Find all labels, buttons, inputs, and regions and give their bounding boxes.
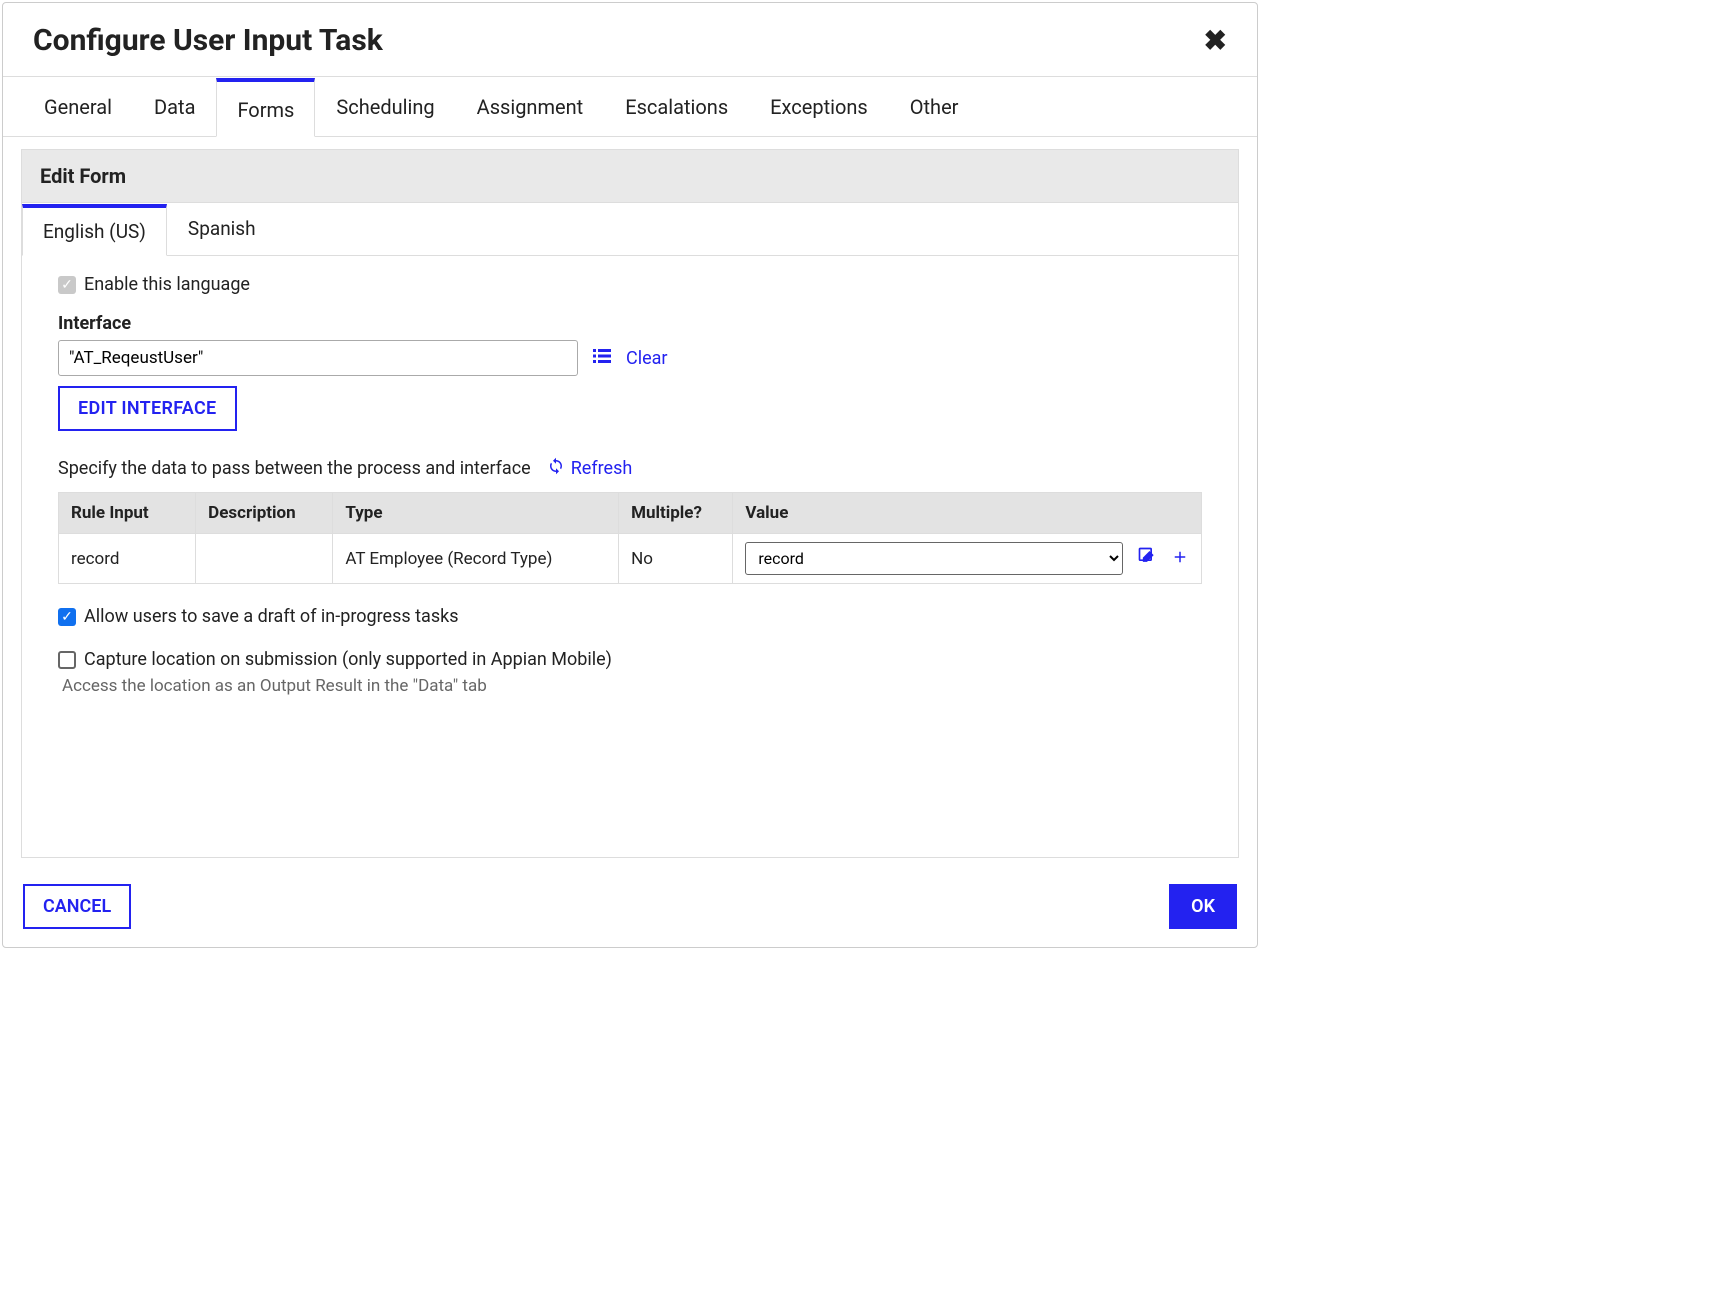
capture-location-checkbox[interactable] [58, 651, 76, 669]
allow-draft-row[interactable]: ✓ Allow users to save a draft of in-prog… [58, 606, 1202, 627]
panel-title: Edit Form [22, 150, 1238, 203]
form-body: ✓ Enable this language Interface Clear E… [22, 256, 1238, 716]
allow-draft-label: Allow users to save a draft of in-progre… [84, 606, 459, 627]
tab-exceptions[interactable]: Exceptions [749, 78, 889, 137]
data-pass-instruction: Specify the data to pass between the pro… [58, 458, 531, 479]
list-icon[interactable] [592, 346, 612, 371]
edit-form-panel: Edit Form English (US) Spanish ✓ Enable … [21, 149, 1239, 858]
dialog-header: Configure User Input Task ✖ [3, 3, 1257, 68]
enable-language-checkbox: ✓ [58, 276, 76, 294]
tab-escalations[interactable]: Escalations [604, 78, 749, 137]
cell-multiple: No [619, 534, 733, 584]
interface-input[interactable] [58, 340, 578, 376]
language-tabs: English (US) Spanish [22, 203, 1238, 256]
table-header-row: Rule Input Description Type Multiple? Va… [59, 493, 1202, 534]
refresh-icon [547, 457, 565, 480]
col-multiple: Multiple? [619, 493, 733, 534]
dialog-footer: CANCEL OK [3, 870, 1257, 947]
close-icon[interactable]: ✖ [1204, 27, 1227, 55]
main-tabs: General Data Forms Scheduling Assignment… [3, 76, 1257, 137]
data-pass-instruction-row: Specify the data to pass between the pro… [58, 457, 1202, 480]
tab-general[interactable]: General [23, 78, 133, 137]
dialog-title: Configure User Input Task [33, 23, 383, 58]
plus-icon[interactable] [1171, 547, 1189, 571]
ok-button[interactable]: OK [1169, 884, 1237, 929]
enable-language-row: ✓ Enable this language [58, 274, 1202, 295]
cell-value: record [733, 534, 1202, 584]
edit-icon[interactable] [1137, 546, 1157, 571]
configure-task-dialog: Configure User Input Task ✖ General Data… [2, 2, 1258, 948]
col-value: Value [733, 493, 1202, 534]
lang-tab-spanish[interactable]: Spanish [167, 204, 277, 256]
lang-tab-english[interactable]: English (US) [22, 204, 167, 256]
rule-inputs-table: Rule Input Description Type Multiple? Va… [58, 492, 1202, 584]
col-rule-input: Rule Input [59, 493, 196, 534]
interface-label: Interface [58, 313, 1202, 334]
tab-forms[interactable]: Forms [216, 78, 315, 137]
allow-draft-checkbox[interactable]: ✓ [58, 608, 76, 626]
refresh-link[interactable]: Refresh [547, 457, 633, 480]
capture-location-row[interactable]: Capture location on submission (only sup… [58, 649, 1202, 670]
col-type: Type [333, 493, 619, 534]
cell-description [196, 534, 333, 584]
clear-link[interactable]: Clear [626, 348, 668, 369]
capture-location-label: Capture location on submission (only sup… [84, 649, 612, 670]
tab-data[interactable]: Data [133, 78, 216, 137]
col-description: Description [196, 493, 333, 534]
cancel-button[interactable]: CANCEL [23, 884, 131, 929]
capture-location-helper: Access the location as an Output Result … [62, 676, 1202, 696]
tab-other[interactable]: Other [889, 78, 980, 137]
value-select[interactable]: record [745, 542, 1123, 575]
tab-scheduling[interactable]: Scheduling [315, 78, 455, 137]
interface-row: Clear [58, 340, 1202, 376]
cell-rule-input: record [59, 534, 196, 584]
cell-type: AT Employee (Record Type) [333, 534, 619, 584]
enable-language-label: Enable this language [84, 274, 250, 295]
refresh-label: Refresh [571, 458, 633, 479]
edit-interface-button[interactable]: EDIT INTERFACE [58, 386, 237, 431]
table-row: record AT Employee (Record Type) No reco… [59, 534, 1202, 584]
tab-assignment[interactable]: Assignment [456, 78, 605, 137]
